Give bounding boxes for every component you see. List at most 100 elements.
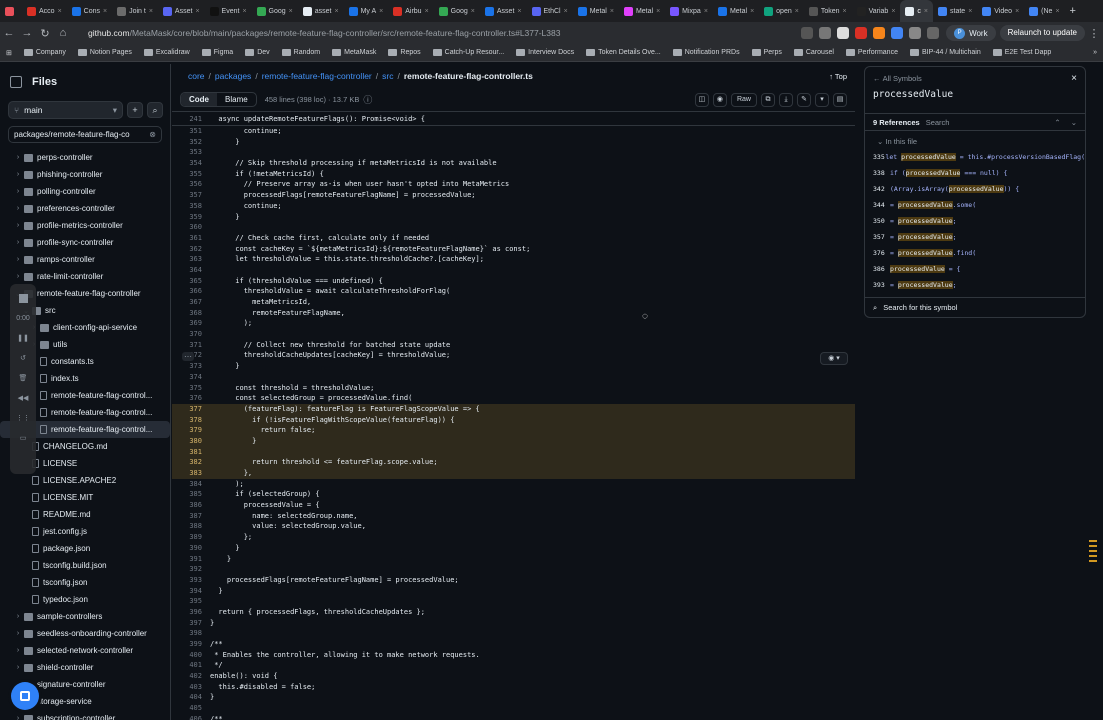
copilot-icon[interactable]: ◫: [694, 92, 709, 107]
line-number[interactable]: 384: [172, 479, 210, 490]
tree-folder[interactable]: › shield-controller: [0, 659, 170, 676]
home-icon[interactable]: ⌂: [54, 27, 72, 39]
close-tab-icon[interactable]: ×: [750, 8, 754, 15]
line-number[interactable]: 376: [172, 393, 210, 404]
tree-file[interactable]: package.json: [0, 540, 170, 557]
edit-icon[interactable]: ✎: [797, 92, 811, 107]
browser-tab[interactable]: c ×: [900, 0, 934, 22]
close-tab-icon[interactable]: ×: [517, 8, 521, 15]
tree-file[interactable]: README.md: [0, 506, 170, 523]
tree-file[interactable]: LICENSE.APACHE2: [0, 472, 170, 489]
more-bookmarks-icon[interactable]: »: [1087, 49, 1103, 56]
line-number[interactable]: 393: [172, 575, 210, 586]
line-number[interactable]: 355: [172, 169, 210, 180]
browser-tab[interactable]: Metal ×: [713, 0, 759, 22]
browser-tab[interactable]: Join t ×: [112, 0, 158, 22]
line-number[interactable]: 379: [172, 425, 210, 436]
chevron-up-icon[interactable]: ⌃: [1054, 118, 1060, 127]
line-number[interactable]: 241: [172, 114, 210, 125]
add-file-button[interactable]: +: [127, 102, 143, 118]
tree-folder[interactable]: › sample-controllers: [0, 608, 170, 625]
more-options-icon[interactable]: ▾: [815, 92, 829, 107]
back-icon[interactable]: ←: [873, 74, 883, 83]
line-number[interactable]: 391: [172, 554, 210, 565]
new-tab-button[interactable]: +: [1065, 0, 1081, 22]
tree-folder[interactable]: › rate-limit-controller: [0, 268, 170, 285]
close-icon[interactable]: ×: [1071, 73, 1077, 84]
close-tab-icon[interactable]: ×: [924, 8, 928, 15]
line-number[interactable]: 383: [172, 468, 210, 479]
download-icon[interactable]: ⤓: [779, 92, 793, 107]
reference-search-input[interactable]: Search: [926, 118, 950, 127]
close-tab-icon[interactable]: ×: [425, 8, 429, 15]
chevron-down-icon[interactable]: ⌄: [1071, 118, 1077, 127]
tree-file[interactable]: tsconfig.json: [0, 574, 170, 591]
bookmark-item[interactable]: Catch-Up Resour...: [427, 49, 511, 56]
close-tab-icon[interactable]: ×: [704, 8, 708, 15]
breadcrumb-src[interactable]: src: [382, 71, 393, 81]
tree-folder[interactable]: › preferences-controller: [0, 200, 170, 217]
close-tab-icon[interactable]: ×: [795, 8, 799, 15]
tree-folder[interactable]: › perps-controller: [0, 149, 170, 166]
close-tab-icon[interactable]: ×: [656, 8, 660, 15]
bookmark-item[interactable]: E2E Test Dapp: [987, 49, 1058, 56]
tree-file[interactable]: tsconfig.build.json: [0, 557, 170, 574]
line-number[interactable]: 358: [172, 201, 210, 212]
tree-folder[interactable]: › seedless-onboarding-controller: [0, 625, 170, 642]
menu-icon[interactable]: ⋮: [1085, 27, 1103, 40]
bookmark-item[interactable]: Dev: [239, 49, 275, 56]
line-number[interactable]: 401: [172, 660, 210, 671]
line-number[interactable]: 352: [172, 137, 210, 148]
apps-icon[interactable]: ⊞: [0, 49, 18, 57]
profile-button[interactable]: P Work: [946, 25, 996, 41]
line-number[interactable]: 382: [172, 457, 210, 468]
stop-icon[interactable]: [18, 294, 28, 303]
line-number[interactable]: 392: [172, 564, 210, 575]
line-number[interactable]: 364: [172, 265, 210, 276]
browser-tab[interactable]: My A ×: [344, 0, 389, 22]
record-button[interactable]: [11, 682, 39, 710]
browser-tab[interactable]: Goog ×: [434, 0, 480, 22]
browser-tab[interactable]: open ×: [759, 0, 804, 22]
metamask-extension-icon[interactable]: [873, 27, 886, 39]
reference-item[interactable]: 342 (Array.isArray(processedValue)) {: [865, 181, 1085, 197]
copilot-line-icon[interactable]: ◉ ▾: [820, 352, 848, 365]
close-tab-icon[interactable]: ×: [1055, 8, 1059, 15]
browser-tab[interactable]: Goog ×: [252, 0, 298, 22]
browser-tab[interactable]: state ×: [933, 0, 977, 22]
reference-item[interactable]: 393 = processedValue;: [865, 277, 1085, 293]
camera-icon[interactable]: ▭: [20, 434, 27, 442]
info-icon[interactable]: ⓘ: [363, 93, 372, 106]
reference-item[interactable]: 376 = processedValue.find(: [865, 245, 1085, 261]
browser-tab[interactable]: Event ×: [205, 0, 252, 22]
browser-tab[interactable]: Cons ×: [67, 0, 112, 22]
close-tab-icon[interactable]: ×: [149, 8, 153, 15]
url-field[interactable]: github.com/MetaMask/core/blob/main/packa…: [88, 28, 560, 38]
bookmark-item[interactable]: Interview Docs: [510, 49, 580, 56]
extension-icon[interactable]: [891, 27, 904, 39]
bookmark-item[interactable]: Performance: [840, 49, 904, 56]
line-number[interactable]: 394: [172, 586, 210, 597]
copy-icon[interactable]: ⧉: [761, 92, 775, 107]
line-number[interactable]: 405: [172, 703, 210, 714]
rewind-icon[interactable]: ◀◀: [18, 394, 29, 402]
line-number[interactable]: 377: [172, 404, 210, 415]
reload-icon[interactable]: ↻: [36, 27, 54, 40]
line-number[interactable]: 380: [172, 436, 210, 447]
tree-folder[interactable]: › profile-metrics-controller: [0, 217, 170, 234]
bookmark-item[interactable]: MetaMask: [326, 49, 382, 56]
in-this-file-toggle[interactable]: ⌄ In this file: [865, 131, 1085, 149]
tab-code[interactable]: Code: [181, 93, 217, 106]
tree-folder[interactable]: › subscription-controller: [0, 710, 170, 720]
tree-file[interactable]: jest.config.js: [0, 523, 170, 540]
line-number[interactable]: 360: [172, 222, 210, 233]
line-number[interactable]: 362: [172, 244, 210, 255]
relaunch-button[interactable]: Relaunch to update: [999, 25, 1085, 41]
browser-tab[interactable]: Variab ×: [852, 0, 901, 22]
line-number[interactable]: 381: [172, 447, 210, 458]
tree-folder[interactable]: › phishing-controller: [0, 166, 170, 183]
back-icon[interactable]: ←: [0, 27, 18, 39]
line-number[interactable]: 375: [172, 383, 210, 394]
line-number[interactable]: 371: [172, 340, 210, 351]
close-tab-icon[interactable]: ×: [843, 8, 847, 15]
